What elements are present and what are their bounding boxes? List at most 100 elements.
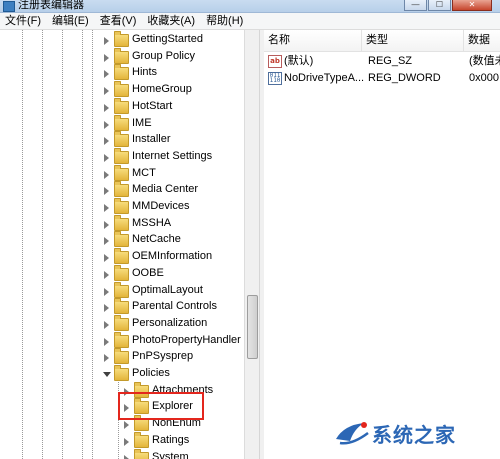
selection-highlight-box: [118, 392, 204, 420]
tree-guide-line: [42, 30, 43, 459]
folder-icon: [114, 365, 129, 381]
watermark-logo-icon: [336, 422, 369, 445]
minimize-button[interactable]: —: [404, 0, 427, 11]
tree-item-label: MSSHA: [132, 216, 172, 229]
expand-arrow-icon[interactable]: [104, 53, 109, 62]
folder-icon: [114, 114, 129, 131]
folder-icon: [114, 164, 129, 181]
title-bar: 注册表编辑器 — ☐ ✕: [0, 0, 500, 13]
expand-arrow-icon[interactable]: [104, 337, 109, 346]
folder-icon: [114, 31, 129, 47]
value-name: NoDriveTypeA...: [284, 72, 364, 84]
folder-icon: [134, 448, 149, 459]
tree-item-label: Parental Controls: [132, 300, 217, 313]
tree-item-label: HomeGroup: [132, 83, 192, 96]
expand-arrow-icon[interactable]: [104, 153, 109, 162]
tree-scrollbar[interactable]: [244, 30, 259, 459]
expand-arrow-icon[interactable]: [124, 421, 129, 430]
tree-item-label: PhotoPropertyHandler: [132, 333, 241, 346]
tree-item-label: Internet Settings: [132, 149, 213, 162]
tree-item-label: OOBE: [132, 266, 164, 279]
value-data: 0x000: [469, 72, 499, 84]
expand-open-icon[interactable]: [103, 372, 111, 377]
tree-guide-line: [82, 30, 83, 459]
window-controls: — ☐ ✕: [404, 0, 492, 11]
value-type: REG_DWORD: [368, 72, 441, 84]
expand-arrow-icon[interactable]: [104, 254, 109, 263]
string-value-icon: ab: [268, 55, 282, 68]
tree-scrollbar-thumb[interactable]: [247, 295, 258, 359]
menu-help[interactable]: 帮助(H): [201, 13, 249, 29]
expand-arrow-icon[interactable]: [104, 204, 109, 212]
folder-icon: [114, 147, 129, 164]
tree-item-label: OptimalLayout: [132, 283, 203, 296]
expand-arrow-icon[interactable]: [104, 103, 109, 112]
tree-item-label: MCT: [132, 166, 156, 179]
folder-icon: [114, 198, 129, 214]
values-list: 名称 类型 数据 ab (默认) REG_SZ (数值未 011110 NoDr…: [264, 30, 500, 459]
column-header-type[interactable]: 类型: [362, 30, 464, 51]
folder-icon: [114, 281, 129, 298]
tree-item-label: Installer: [132, 133, 171, 146]
folder-icon: [114, 181, 129, 198]
folder-icon: [114, 348, 129, 365]
registry-editor-icon: [3, 1, 15, 12]
expand-arrow-icon[interactable]: [104, 187, 109, 196]
expand-arrow-icon[interactable]: [104, 270, 109, 279]
menu-file[interactable]: 文件(F): [0, 13, 47, 29]
tree-item-label: Media Center: [132, 183, 199, 196]
tree-item-label: NetCache: [132, 233, 181, 246]
binary-value-icon: 011 110: [268, 72, 282, 85]
expand-arrow-icon[interactable]: [104, 320, 109, 329]
folder-icon: [114, 298, 129, 315]
tree-guide-line: [22, 30, 23, 459]
expand-arrow-icon[interactable]: [104, 170, 109, 179]
column-header-data[interactable]: 数据: [464, 30, 500, 51]
folder-icon: [114, 331, 129, 348]
watermark-text: 系统之家: [372, 423, 456, 447]
close-button[interactable]: ✕: [452, 0, 492, 11]
tree-item-label: Personalization: [132, 316, 208, 329]
value-name: (默认): [284, 55, 314, 67]
expand-arrow-icon[interactable]: [104, 70, 109, 79]
tree-item-label: IME: [132, 116, 152, 129]
folder-icon: [114, 231, 129, 248]
expand-arrow-icon[interactable]: [104, 354, 109, 363]
expand-arrow-icon[interactable]: [104, 287, 109, 296]
tree-guide-line: [62, 30, 63, 459]
expand-arrow-icon[interactable]: [124, 454, 129, 459]
folder-icon: [114, 214, 129, 231]
menu-view[interactable]: 查看(V): [95, 13, 143, 29]
menu-favorites[interactable]: 收藏夹(A): [142, 13, 201, 29]
menu-bar: 文件(F) 编辑(E) 查看(V) 收藏夹(A) 帮助(H): [0, 13, 500, 30]
expand-arrow-icon[interactable]: [104, 137, 109, 146]
folder-icon: [134, 431, 149, 448]
expand-arrow-icon[interactable]: [104, 220, 109, 229]
tree-item-label: HotStart: [132, 99, 173, 112]
folder-icon: [114, 47, 129, 64]
expand-arrow-icon[interactable]: [104, 237, 109, 246]
tree-item-label: Policies: [132, 367, 170, 379]
header-divider: [264, 51, 500, 52]
tree-item-label: Ratings: [152, 433, 190, 446]
tree-item-label: PnPSysprep: [132, 350, 194, 363]
expand-arrow-icon[interactable]: [104, 120, 109, 129]
list-item[interactable]: ab (默认) REG_SZ (数值未: [264, 53, 500, 69]
list-item[interactable]: 011 110 NoDriveTypeA... REG_DWORD 0x000: [264, 70, 500, 86]
menu-edit[interactable]: 编辑(E): [47, 13, 95, 29]
expand-arrow-icon[interactable]: [104, 37, 109, 45]
folder-icon: [114, 131, 129, 148]
folder-icon: [114, 97, 129, 114]
tree-item-label: Hints: [132, 66, 158, 79]
tree-item-label: OEMInformation: [132, 250, 213, 263]
folder-icon: [134, 415, 149, 432]
expand-arrow-icon[interactable]: [124, 437, 129, 446]
expand-arrow-icon[interactable]: [104, 304, 109, 313]
folder-icon: [114, 64, 129, 81]
maximize-button[interactable]: ☐: [428, 0, 451, 11]
expand-arrow-icon[interactable]: [104, 87, 109, 96]
column-header-name[interactable]: 名称: [264, 30, 362, 51]
folder-icon: [114, 81, 129, 98]
folder-icon: [114, 248, 129, 265]
tree-item-label: MMDevices: [132, 200, 190, 212]
